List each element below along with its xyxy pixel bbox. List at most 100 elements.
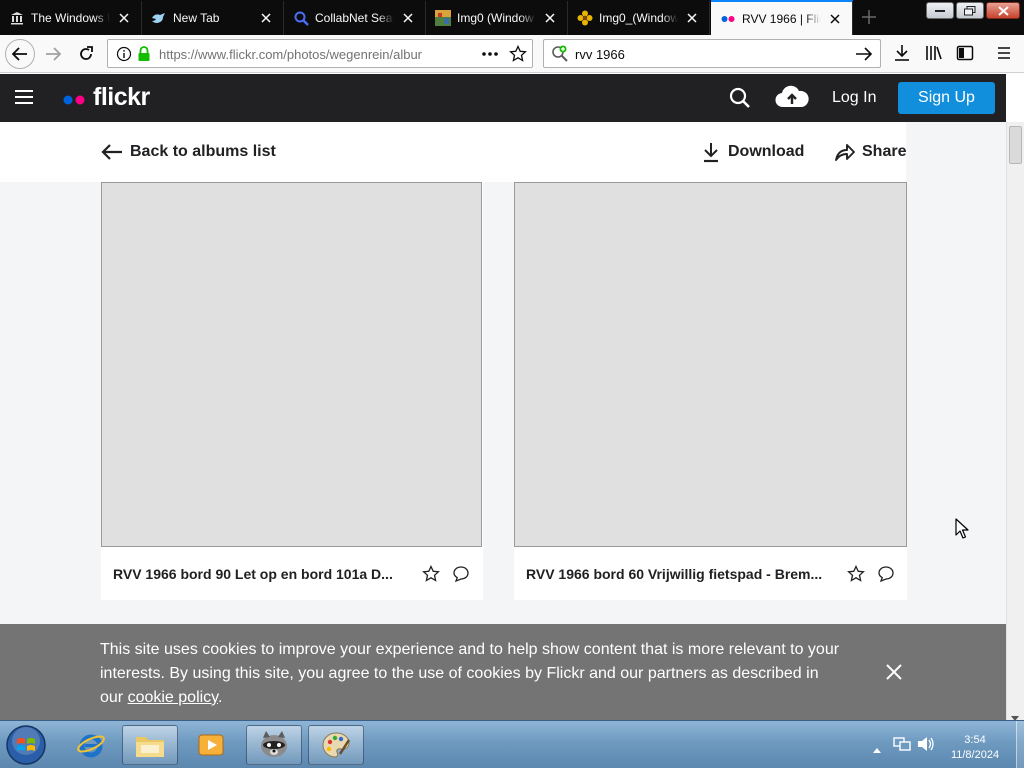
download-icon [704, 143, 718, 163]
photo-card[interactable]: RVV 1966 bord 90 Let op en bord 101a D..… [101, 182, 483, 600]
share-label: Share [862, 143, 907, 160]
cookie-banner: This site uses cookies to improve your e… [0, 624, 1006, 720]
show-hidden-icons-icon[interactable] [873, 740, 881, 758]
arrow-left-icon [101, 144, 122, 160]
close-tab-icon[interactable] [542, 10, 558, 26]
tab-new-tab[interactable]: New Tab [142, 1, 284, 35]
close-window-button[interactable] [986, 2, 1020, 19]
photo-caption[interactable]: RVV 1966 bord 60 Vrijwillig fietspad - B… [526, 566, 822, 582]
tab-title: Img0 (Window [457, 11, 534, 25]
url-bar[interactable]: https://www.flickr.com/photos/wegenrein/… [107, 39, 533, 68]
raccoon-icon [261, 731, 287, 757]
navigation-bar: https://www.flickr.com/photos/wegenrein/… [0, 35, 1024, 73]
tab-title: RVV 1966 | Flick [742, 11, 821, 26]
folder-icon [136, 737, 164, 757]
restore-button[interactable] [956, 2, 984, 19]
tab-windows[interactable]: The Windows U [0, 1, 142, 35]
flower-icon [577, 10, 593, 26]
go-arrow-icon[interactable] [855, 46, 873, 67]
cookie-suffix: . [218, 689, 223, 706]
tweetdeck-icon [151, 10, 167, 26]
forward-button[interactable] [38, 39, 68, 69]
page-scrollbar[interactable] [1006, 122, 1024, 721]
taskbar-paint[interactable] [308, 725, 364, 765]
taskbar-media-player[interactable] [183, 725, 239, 765]
new-tab-button[interactable] [858, 6, 880, 28]
tab-flickr-active[interactable]: RVV 1966 | Flick [711, 0, 853, 35]
download-label: Download [728, 143, 805, 160]
tab-title: CollabNet Searc [315, 11, 394, 25]
lock-icon[interactable] [137, 46, 151, 67]
search-icon [293, 10, 309, 26]
paint-palette-icon [322, 732, 351, 758]
share-icon [835, 144, 855, 161]
search-query: rvv 1966 [575, 47, 625, 62]
taskbar-raccoon-app[interactable] [246, 725, 302, 765]
system-clock[interactable]: 3:54 11/8/2024 [940, 733, 1010, 763]
close-icon [886, 664, 902, 680]
clock-date: 11/8/2024 [950, 749, 1000, 761]
photo-thumbnail[interactable] [514, 182, 907, 547]
flickr-icon [720, 11, 736, 27]
page-actions-icon[interactable] [481, 46, 499, 67]
windows-logo-icon [6, 725, 46, 765]
search-engine-icon [551, 45, 569, 68]
tab-collabnet[interactable]: CollabNet Searc [284, 1, 426, 35]
close-tab-icon[interactable] [116, 10, 132, 26]
photo-caption[interactable]: RVV 1966 bord 90 Let op en bord 101a D..… [113, 566, 393, 582]
volume-icon[interactable] [917, 736, 935, 757]
tab-strip: The Windows U New Tab CollabNet Searc Im… [0, 0, 1024, 35]
album-toolbar: Back to albums list Download Share [0, 122, 906, 182]
cookie-policy-link[interactable]: cookie policy [128, 689, 218, 706]
tab-title: New Tab [173, 11, 220, 25]
internet-explorer-icon [77, 734, 105, 758]
bookmark-star-icon[interactable] [509, 44, 527, 68]
share-button[interactable]: Share [834, 122, 906, 182]
network-icon[interactable] [893, 736, 911, 757]
library-icon[interactable] [925, 44, 943, 67]
download-button[interactable]: Download [701, 122, 804, 182]
info-icon[interactable] [116, 46, 132, 67]
comment-icon[interactable] [451, 564, 471, 584]
comment-icon[interactable] [876, 564, 896, 584]
url-text: https://www.flickr.com/photos/wegenrein/… [159, 47, 423, 62]
back-to-albums-label: Back to albums list [130, 143, 276, 160]
reload-button[interactable] [71, 39, 101, 69]
flickr-logo-icon[interactable] [63, 92, 89, 110]
search-icon[interactable] [729, 87, 751, 114]
tab-img0[interactable]: Img0 (Window [426, 1, 568, 35]
favorite-star-icon[interactable] [421, 564, 441, 584]
taskbar-file-explorer[interactable] [122, 725, 178, 765]
close-tab-icon[interactable] [258, 10, 274, 26]
search-bar[interactable]: rvv 1966 [543, 39, 881, 68]
back-to-albums-link[interactable]: Back to albums list [101, 122, 276, 182]
mouse-cursor-icon [955, 518, 969, 545]
tab-img0-window[interactable]: Img0_(Window [568, 1, 710, 35]
clock-time: 3:54 [964, 734, 986, 746]
menu-icon[interactable] [995, 44, 1013, 67]
signup-button[interactable]: Sign Up [898, 82, 995, 114]
close-tab-icon[interactable] [827, 11, 843, 27]
cookie-message: This site uses cookies to improve your e… [100, 638, 840, 710]
sidebar-icon[interactable] [956, 44, 974, 67]
taskbar [0, 720, 1024, 768]
hamburger-menu-icon[interactable] [15, 89, 33, 110]
photo-card[interactable]: RVV 1966 bord 60 Vrijwillig fietspad - B… [514, 182, 907, 600]
photo-thumbnail[interactable] [101, 182, 482, 547]
flickr-logo-text[interactable]: flickr [93, 83, 150, 112]
close-tab-icon[interactable] [400, 10, 416, 26]
login-link[interactable]: Log In [832, 89, 876, 107]
taskbar-internet-explorer[interactable] [63, 725, 119, 765]
scrollbar-thumb[interactable] [1009, 126, 1022, 164]
close-tab-icon[interactable] [684, 10, 700, 26]
cookie-close-button[interactable] [882, 660, 906, 684]
favorite-star-icon[interactable] [846, 564, 866, 584]
media-player-icon [198, 734, 224, 756]
show-desktop-button[interactable] [1016, 721, 1024, 768]
image-icon [435, 10, 451, 26]
minimize-button[interactable] [926, 2, 954, 19]
start-button[interactable] [4, 723, 48, 767]
download-icon[interactable] [893, 44, 911, 67]
upload-cloud-icon[interactable] [775, 85, 809, 114]
back-button[interactable] [5, 39, 35, 69]
